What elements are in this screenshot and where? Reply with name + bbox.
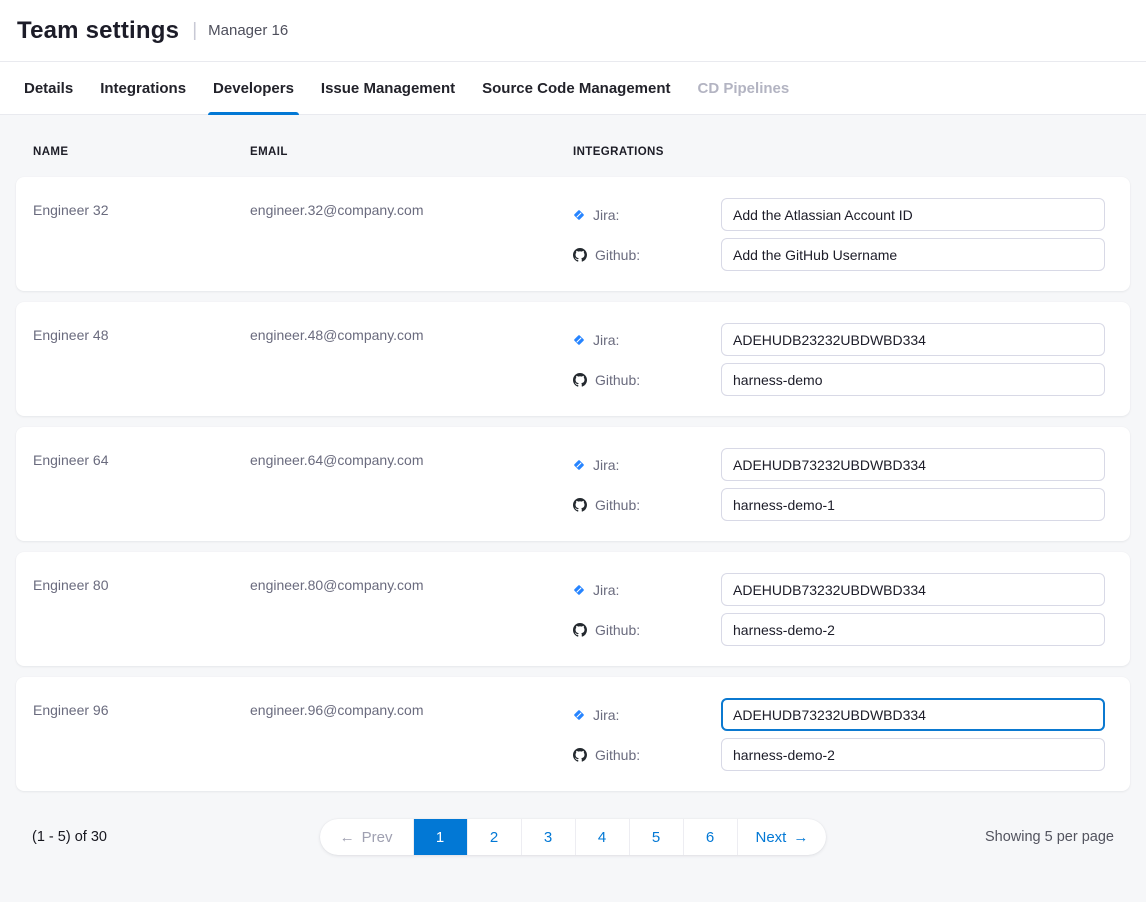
github-label: Github: (595, 372, 640, 388)
jira-label: Jira: (593, 457, 619, 473)
jira-icon (573, 584, 585, 596)
per-page-text: Showing 5 per page (826, 829, 1114, 845)
jira-label: Jira: (593, 707, 619, 723)
results-range: (1 - 5) of 30 (32, 829, 320, 845)
page-header: Team settings | Manager 16 (0, 0, 1146, 62)
jira-label: Jira: (593, 582, 619, 598)
jira-icon (573, 209, 585, 221)
github-icon (573, 498, 587, 512)
table-column-headers: NAME EMAIL INTEGRATIONS (16, 115, 1130, 177)
page-title: Team settings (17, 17, 179, 45)
github-label: Github: (595, 622, 640, 638)
tab-source-code-management[interactable]: Source Code Management (482, 62, 670, 114)
table-row: Engineer 32 engineer.32@company.com Jira… (16, 177, 1130, 291)
github-label: Github: (595, 247, 640, 263)
title-separator: | (192, 20, 197, 42)
jira-account-input[interactable] (721, 198, 1105, 231)
github-username-input[interactable] (721, 363, 1105, 396)
column-header-name: NAME (33, 146, 250, 158)
page-button-1[interactable]: 1 (413, 819, 467, 855)
developer-name: Engineer 96 (33, 698, 250, 791)
developer-email: engineer.80@company.com (250, 573, 573, 666)
developer-email: engineer.32@company.com (250, 198, 573, 291)
jira-icon (573, 709, 585, 721)
developer-email: engineer.64@company.com (250, 448, 573, 541)
pager: ← Prev 1 2 3 4 5 6 Next → (320, 819, 827, 855)
github-icon (573, 748, 587, 762)
table-row: Engineer 64 engineer.64@company.com Jira… (16, 427, 1130, 541)
github-username-input[interactable] (721, 238, 1105, 271)
tab-integrations[interactable]: Integrations (100, 62, 186, 114)
developer-name: Engineer 64 (33, 448, 250, 541)
table-row: Engineer 96 engineer.96@company.com Jira… (16, 677, 1130, 791)
developer-email: engineer.96@company.com (250, 698, 573, 791)
page-button-3[interactable]: 3 (521, 819, 575, 855)
github-icon (573, 248, 587, 262)
github-label: Github: (595, 497, 640, 513)
developers-table: NAME EMAIL INTEGRATIONS Engineer 32 engi… (0, 115, 1146, 855)
tab-bar: Details Integrations Developers Issue Ma… (0, 62, 1146, 115)
github-label: Github: (595, 747, 640, 763)
jira-icon (573, 334, 585, 346)
column-header-integrations: INTEGRATIONS (573, 146, 1105, 158)
table-row: Engineer 80 engineer.80@company.com Jira… (16, 552, 1130, 666)
jira-label: Jira: (593, 207, 619, 223)
developer-name: Engineer 48 (33, 323, 250, 416)
github-username-input[interactable] (721, 613, 1105, 646)
tab-issue-management[interactable]: Issue Management (321, 62, 455, 114)
developer-name: Engineer 32 (33, 198, 250, 291)
tab-details[interactable]: Details (24, 62, 73, 114)
jira-account-input[interactable] (721, 573, 1105, 606)
table-row: Engineer 48 engineer.48@company.com Jira… (16, 302, 1130, 416)
jira-account-input[interactable] (721, 323, 1105, 356)
tab-cd-pipelines: CD Pipelines (698, 62, 790, 114)
prev-page-button: ← Prev (320, 819, 413, 855)
developer-email: engineer.48@company.com (250, 323, 573, 416)
tab-developers[interactable]: Developers (213, 62, 294, 114)
page-button-5[interactable]: 5 (629, 819, 683, 855)
page-button-6[interactable]: 6 (683, 819, 737, 855)
github-username-input[interactable] (721, 738, 1105, 771)
jira-account-input[interactable] (721, 698, 1105, 731)
page-button-4[interactable]: 4 (575, 819, 629, 855)
page-subtitle: Manager 16 (208, 22, 288, 39)
pagination-bar: (1 - 5) of 30 ← Prev 1 2 3 4 5 6 Next → … (16, 819, 1130, 855)
jira-account-input[interactable] (721, 448, 1105, 481)
github-username-input[interactable] (721, 488, 1105, 521)
page-button-2[interactable]: 2 (467, 819, 521, 855)
github-icon (573, 373, 587, 387)
arrow-left-icon: ← (340, 829, 355, 846)
column-header-email: EMAIL (250, 146, 573, 158)
jira-icon (573, 459, 585, 471)
github-icon (573, 623, 587, 637)
developer-name: Engineer 80 (33, 573, 250, 666)
arrow-right-icon: → (793, 829, 808, 846)
next-page-button[interactable]: Next → (737, 819, 827, 855)
jira-label: Jira: (593, 332, 619, 348)
